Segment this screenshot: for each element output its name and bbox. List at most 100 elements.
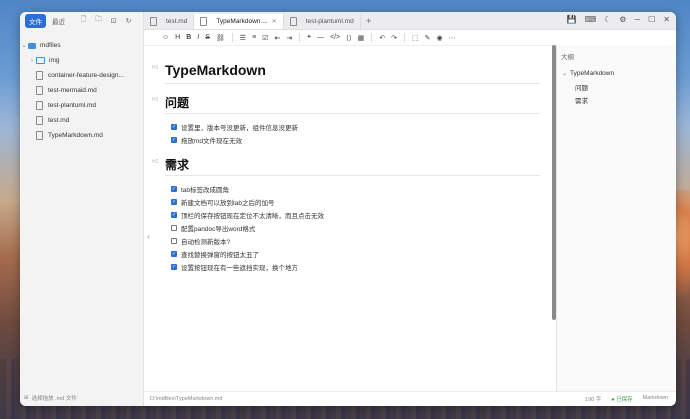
checkbox-checked[interactable]: ✓ [171, 124, 177, 130]
bullet-list-icon[interactable]: ☰ [240, 34, 246, 42]
theme-moon-icon[interactable]: ☾ [604, 15, 611, 24]
tree-item-img[interactable]: › img [20, 53, 143, 68]
tab-test-plantuml[interactable]: test-plantuml.md [284, 14, 361, 29]
mode-indicator[interactable]: Markdown [643, 395, 668, 403]
task-text: 设置按钮现在有一些遮挡实现，换个地方 [181, 265, 298, 272]
tab-label: test-plantuml.md [305, 18, 354, 25]
file-button[interactable]: 文件 [25, 13, 46, 28]
task-item[interactable]: ✓ 设置里，版本号没更新，组件信息没更新 [171, 122, 298, 132]
app-window: 文件 最近 🗋 🗀 ⊡ ↻ ⌄ mdfiles › img container-… [20, 12, 676, 406]
checkbox-checked[interactable]: ✓ [171, 264, 177, 270]
hr-icon[interactable]: — [317, 34, 324, 41]
outline-item[interactable]: 需求 [557, 93, 676, 106]
quote-icon[interactable]: ❝ [307, 34, 311, 42]
checkbox-checked[interactable]: ✓ [171, 251, 177, 257]
task-item[interactable]: ✓ 查找替换弹窗的按钮太丑了 [171, 249, 259, 259]
checkbox-unchecked[interactable] [171, 225, 177, 231]
strikethrough-icon[interactable]: S [205, 34, 210, 41]
task-item[interactable]: 自动检测新版本? [171, 236, 230, 246]
recent-button[interactable]: 最近 [52, 16, 65, 26]
tree-item-file[interactable]: TypeMarkdown.md [20, 128, 143, 143]
drop-hint: 选择拖放 .md 文件 [31, 396, 77, 402]
char-count: 190 字 [585, 397, 602, 403]
outline-panel: 大纲 ⌄ TypeMarkdown 问题 需求 [556, 45, 676, 391]
window-close-icon[interactable]: ✕ [663, 15, 670, 24]
more-icon[interactable]: ⋯ [449, 34, 456, 42]
minimize-icon[interactable]: ─ [634, 15, 640, 24]
tree-item-file[interactable]: test.md [20, 113, 143, 128]
table-icon[interactable]: ▦ [358, 34, 365, 42]
ordered-list-icon[interactable]: ≡ [252, 34, 256, 41]
toolbar-divider [231, 33, 233, 42]
new-file-icon[interactable]: 🗋 [79, 16, 88, 25]
task-item[interactable]: 配置pandoc导出word格式 [171, 223, 255, 233]
task-item[interactable]: ✓ 顶栏的保存按钮现在定位不太清晰，而且点击无效 [171, 210, 324, 220]
heading-icon[interactable]: H [175, 34, 180, 41]
chevron-down-icon: ⌄ [21, 43, 27, 49]
task-list-icon[interactable]: ☑ [262, 34, 268, 42]
outline-item[interactable]: 问题 [557, 80, 676, 93]
checkbox-checked[interactable]: ✓ [171, 186, 177, 192]
italic-icon[interactable]: I [197, 34, 199, 41]
task-item[interactable]: ✓ tab标签改成圆角 [171, 184, 229, 194]
tree-item-file[interactable]: test-mermaid.md [20, 83, 143, 98]
add-tab-button[interactable]: + [361, 16, 377, 26]
task-text: 新建文档可以放到tab之后的加号 [181, 200, 275, 207]
tree-item-label: TypeMarkdown.md [48, 132, 103, 139]
undo-icon[interactable]: ↶ [379, 34, 385, 42]
insert-icon[interactable]: ⬚ [412, 34, 419, 42]
checkbox-checked[interactable]: ✓ [171, 212, 177, 218]
new-folder-icon[interactable]: 🗀 [94, 16, 103, 25]
maximize-icon[interactable]: ☐ [648, 15, 655, 24]
edit-icon[interactable]: ✎ [425, 34, 431, 42]
task-item[interactable]: ✓ 新建文档可以放到tab之后的加号 [171, 197, 275, 207]
chevron-right-icon: › [31, 57, 33, 64]
keyboard-icon[interactable]: ⌨ [585, 15, 597, 24]
bold-icon[interactable]: B [186, 34, 191, 41]
tree-item-file[interactable]: container-feature-design... [20, 68, 143, 83]
save-icon[interactable]: 💾 [567, 15, 577, 24]
outline-label: 问题 [575, 84, 588, 92]
indent-icon[interactable]: ⇥ [286, 34, 292, 42]
preview-icon[interactable]: ◉ [436, 34, 442, 42]
toolbar-divider [403, 33, 405, 42]
section-heading: 需求 [165, 158, 190, 172]
task-item[interactable]: ✓ 拖放md文件现在无效 [171, 135, 242, 145]
checkbox-unchecked[interactable] [171, 238, 177, 244]
outline-item-root[interactable]: ⌄ TypeMarkdown [557, 67, 676, 80]
open-file-icon[interactable]: ⊡ [109, 16, 118, 25]
tree-root-folder[interactable]: ⌄ mdfiles [20, 38, 143, 53]
checkbox-checked[interactable]: ✓ [171, 199, 177, 205]
close-icon[interactable]: ✕ [272, 18, 277, 25]
code-icon[interactable]: </> [330, 34, 340, 41]
editor-content[interactable]: ‹ H1 TypeMarkdown H2 问题 ✓ 设置里，版本号没更新，组件信… [144, 45, 552, 391]
file-icon [150, 17, 157, 26]
file-icon [36, 71, 43, 80]
tree-item-label: test.md [48, 117, 70, 124]
code-block-icon[interactable]: ⟨⟩ [346, 34, 351, 42]
redo-icon[interactable]: ↷ [391, 34, 397, 42]
tree-item-label: test-mermaid.md [48, 87, 97, 94]
file-tree: ⌄ mdfiles › img container-feature-design… [20, 38, 143, 143]
file-icon [200, 17, 208, 26]
tab-test-md[interactable]: test.md [144, 14, 195, 29]
collapse-sidebar-icon[interactable]: ‹ [144, 232, 153, 250]
section-heading: 问题 [165, 96, 190, 110]
task-item[interactable]: ✓ 设置按钮现在有一些遮挡实现，换个地方 [171, 262, 298, 272]
main-area: test.md TypeMarkdown.... ✕ test-plantuml… [144, 12, 676, 406]
tab-typemarkdown[interactable]: TypeMarkdown.... ✕ [194, 14, 284, 29]
heading-rule [165, 83, 540, 84]
task-text: 顶栏的保存按钮现在定位不太清晰，而且点击无效 [181, 213, 324, 220]
tree-item-file[interactable]: test-plantuml.md [20, 98, 143, 113]
toolbar-divider [371, 33, 373, 42]
outdent-icon[interactable]: ⇤ [274, 34, 280, 42]
checkbox-checked[interactable]: ✓ [171, 137, 177, 143]
refresh-icon[interactable]: ↻ [124, 16, 133, 25]
tree-item-label: container-feature-design... [48, 72, 124, 79]
settings-gear-icon[interactable]: ⚙ [619, 15, 626, 24]
tree-root-label: mdfiles [40, 42, 61, 49]
format-toolbar: ☺ H B I S ⛓ ☰ ≡ ☑ ⇤ ⇥ ❝ — </> ⟨⟩ ▦ ↶ ↷ ⬚… [144, 30, 676, 46]
link-icon[interactable]: ⛓ [216, 34, 225, 42]
doc-title: TypeMarkdown [165, 62, 266, 78]
emoji-icon[interactable]: ☺ [162, 34, 169, 41]
